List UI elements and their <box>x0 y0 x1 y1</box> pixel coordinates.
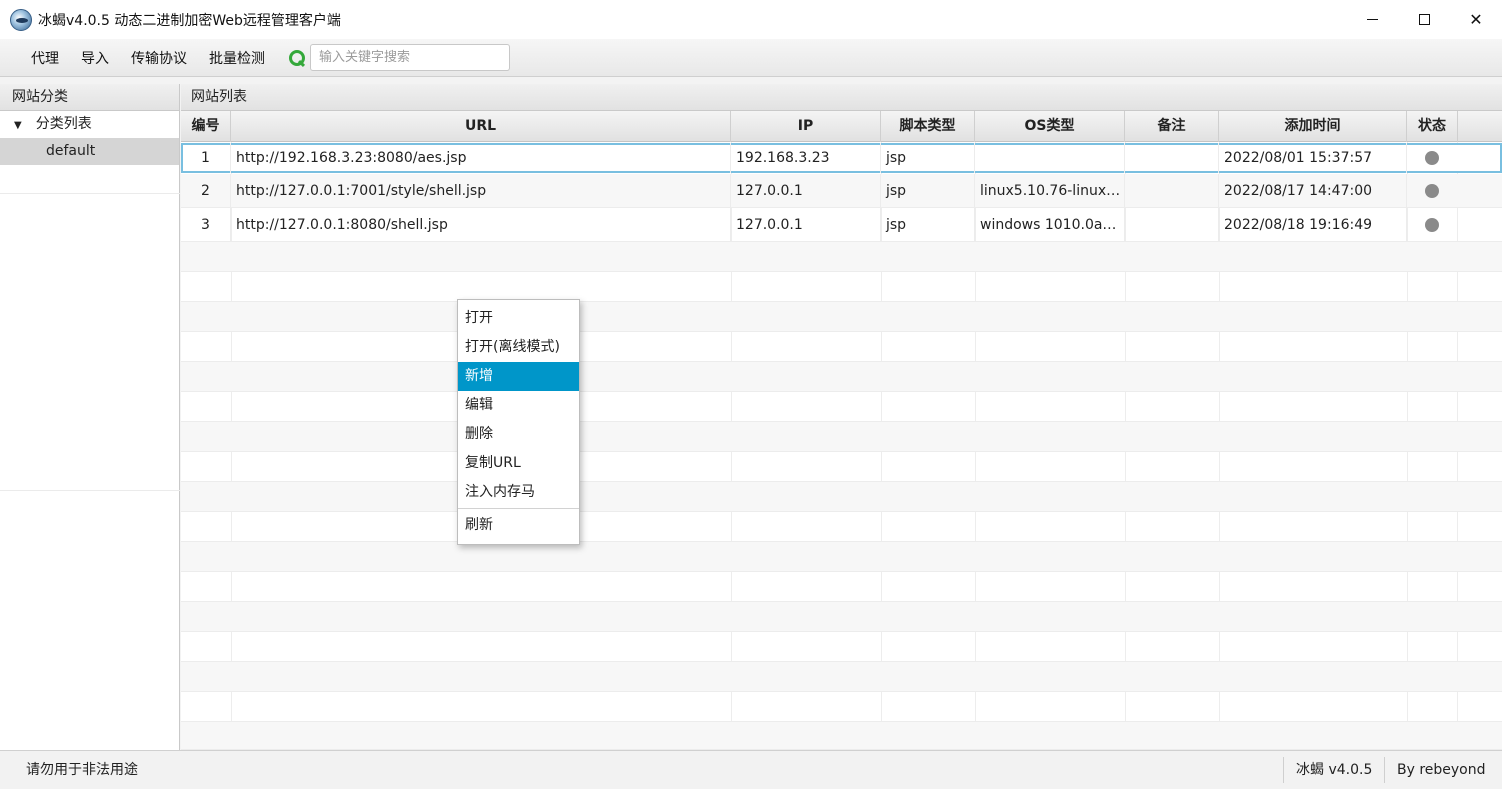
window-title: 冰蝎v4.0.5 动态二进制加密Web远程管理客户端 <box>38 12 341 29</box>
ctx-delete[interactable]: 删除 <box>458 420 579 449</box>
status-dot-icon <box>1425 151 1439 165</box>
table-row[interactable]: 1 http://192.168.3.23:8080/aes.jsp 192.1… <box>181 143 1502 173</box>
cell-ip: 127.0.0.1 <box>731 208 881 242</box>
empty-row <box>181 722 1502 750</box>
tree-divider <box>0 490 180 491</box>
empty-row <box>181 602 1502 632</box>
column-header-added-time[interactable]: 添加时间 <box>1219 111 1407 142</box>
table-row[interactable]: 2 http://127.0.0.1:7001/style/shell.jsp … <box>181 174 1502 208</box>
ctx-separator <box>458 508 579 509</box>
ctx-edit[interactable]: 编辑 <box>458 391 579 420</box>
maximize-icon <box>1418 14 1430 25</box>
cell-id: 2 <box>181 174 231 208</box>
site-list-panel: 网站列表 编号 URL IP 脚本类型 OS类型 备注 添加时间 状态 1 ht… <box>181 84 1502 750</box>
column-header-note[interactable]: 备注 <box>1125 111 1219 142</box>
window-controls: ✕ <box>1346 0 1502 39</box>
cell-id: 1 <box>181 143 231 173</box>
empty-row <box>181 692 1502 722</box>
search-icon[interactable] <box>288 49 306 67</box>
context-menu: 打开 打开(离线模式) 新增 编辑 删除 复制URL 注入内存马 刷新 <box>457 299 580 545</box>
menu-transport-protocol[interactable]: 传输协议 <box>120 48 198 68</box>
empty-row <box>181 572 1502 602</box>
empty-row <box>181 632 1502 662</box>
empty-row <box>181 272 1502 302</box>
cell-script-type: jsp <box>881 143 975 173</box>
minimize-button[interactable] <box>1346 0 1398 39</box>
cell-url: http://192.168.3.23:8080/aes.jsp <box>231 143 731 173</box>
empty-row <box>181 422 1502 452</box>
empty-row <box>181 242 1502 272</box>
column-header-url[interactable]: URL <box>231 111 731 142</box>
title-bar: 冰蝎v4.0.5 动态二进制加密Web远程管理客户端 ✕ <box>0 0 1502 39</box>
search-input[interactable] <box>310 44 510 71</box>
cell-url: http://127.0.0.1:7001/style/shell.jsp <box>231 174 731 208</box>
tree-item-default[interactable]: default <box>0 138 179 165</box>
empty-row <box>181 512 1502 542</box>
expand-arrow-icon[interactable]: ▼ <box>14 112 22 139</box>
maximize-button[interactable] <box>1398 0 1450 39</box>
cell-os-type: windows 1010.0a… <box>975 208 1125 242</box>
table-header: 编号 URL IP 脚本类型 OS类型 备注 添加时间 状态 <box>181 111 1502 142</box>
ctx-inject-memshell[interactable]: 注入内存马 <box>458 478 579 507</box>
status-divider <box>1384 757 1385 783</box>
menu-proxy[interactable]: 代理 <box>20 48 70 68</box>
cell-ip: 192.168.3.23 <box>731 143 881 173</box>
column-header-os-type[interactable]: OS类型 <box>975 111 1125 142</box>
cell-os-type: linux5.10.76-linux… <box>975 174 1125 208</box>
cell-added-time: 2022/08/17 14:47:00 <box>1219 174 1407 208</box>
empty-row <box>181 452 1502 482</box>
close-icon: ✕ <box>1469 10 1483 29</box>
menu-batch-check[interactable]: 批量检测 <box>198 48 276 68</box>
empty-row <box>181 362 1502 392</box>
tree-divider <box>0 193 180 194</box>
tree-root-category-list[interactable]: ▼ 分类列表 <box>0 111 179 138</box>
menu-bar: 代理 导入 传输协议 批量检测 <box>0 39 1502 77</box>
menu-import[interactable]: 导入 <box>70 48 120 68</box>
column-header-ip[interactable]: IP <box>731 111 881 142</box>
cell-note <box>1125 174 1219 208</box>
site-list-panel-header: 网站列表 <box>181 84 1502 111</box>
category-panel: 网站分类 ▼ 分类列表 default <box>0 84 180 750</box>
table-row[interactable]: 3 http://127.0.0.1:8080/shell.jsp 127.0.… <box>181 208 1502 242</box>
empty-row <box>181 392 1502 422</box>
author-label: By rebeyond <box>1397 762 1486 778</box>
status-dot-icon <box>1425 184 1439 198</box>
empty-row <box>181 302 1502 332</box>
column-header-status[interactable]: 状态 <box>1407 111 1458 142</box>
status-divider <box>1283 757 1284 783</box>
ctx-open-offline[interactable]: 打开(离线模式) <box>458 333 579 362</box>
site-table: 编号 URL IP 脚本类型 OS类型 备注 添加时间 状态 1 http://… <box>181 111 1502 750</box>
tree-root-label: 分类列表 <box>35 116 92 132</box>
status-dot-icon <box>1425 218 1439 232</box>
cell-script-type: jsp <box>881 208 975 242</box>
empty-row <box>181 662 1502 692</box>
ctx-copy-url[interactable]: 复制URL <box>458 449 579 478</box>
cell-note <box>1125 143 1219 173</box>
empty-row <box>181 332 1502 362</box>
ctx-add-new[interactable]: 新增 <box>458 362 579 391</box>
ctx-open[interactable]: 打开 <box>458 304 579 333</box>
cell-added-time: 2022/08/01 15:37:57 <box>1219 143 1407 173</box>
category-panel-header: 网站分类 <box>0 84 179 111</box>
cell-note <box>1125 208 1219 242</box>
status-bar: 请勿用于非法用途 冰蝎 v4.0.5 By rebeyond <box>0 750 1502 789</box>
cell-script-type: jsp <box>881 174 975 208</box>
cell-id: 3 <box>181 208 231 242</box>
column-header-script-type[interactable]: 脚本类型 <box>881 111 975 142</box>
empty-row <box>181 482 1502 512</box>
empty-row <box>181 542 1502 572</box>
cell-ip: 127.0.0.1 <box>731 174 881 208</box>
ctx-refresh[interactable]: 刷新 <box>458 511 579 540</box>
legal-notice: 请勿用于非法用途 <box>26 762 138 778</box>
version-label: 冰蝎 v4.0.5 <box>1296 762 1373 778</box>
column-header-id[interactable]: 编号 <box>181 111 231 142</box>
cell-url: http://127.0.0.1:8080/shell.jsp <box>231 208 731 242</box>
ice-scorpion-logo-icon <box>10 8 32 31</box>
cell-added-time: 2022/08/18 19:16:49 <box>1219 208 1407 242</box>
cell-os-type <box>975 143 1125 173</box>
close-button[interactable]: ✕ <box>1450 0 1502 39</box>
minimize-icon <box>1366 19 1378 20</box>
